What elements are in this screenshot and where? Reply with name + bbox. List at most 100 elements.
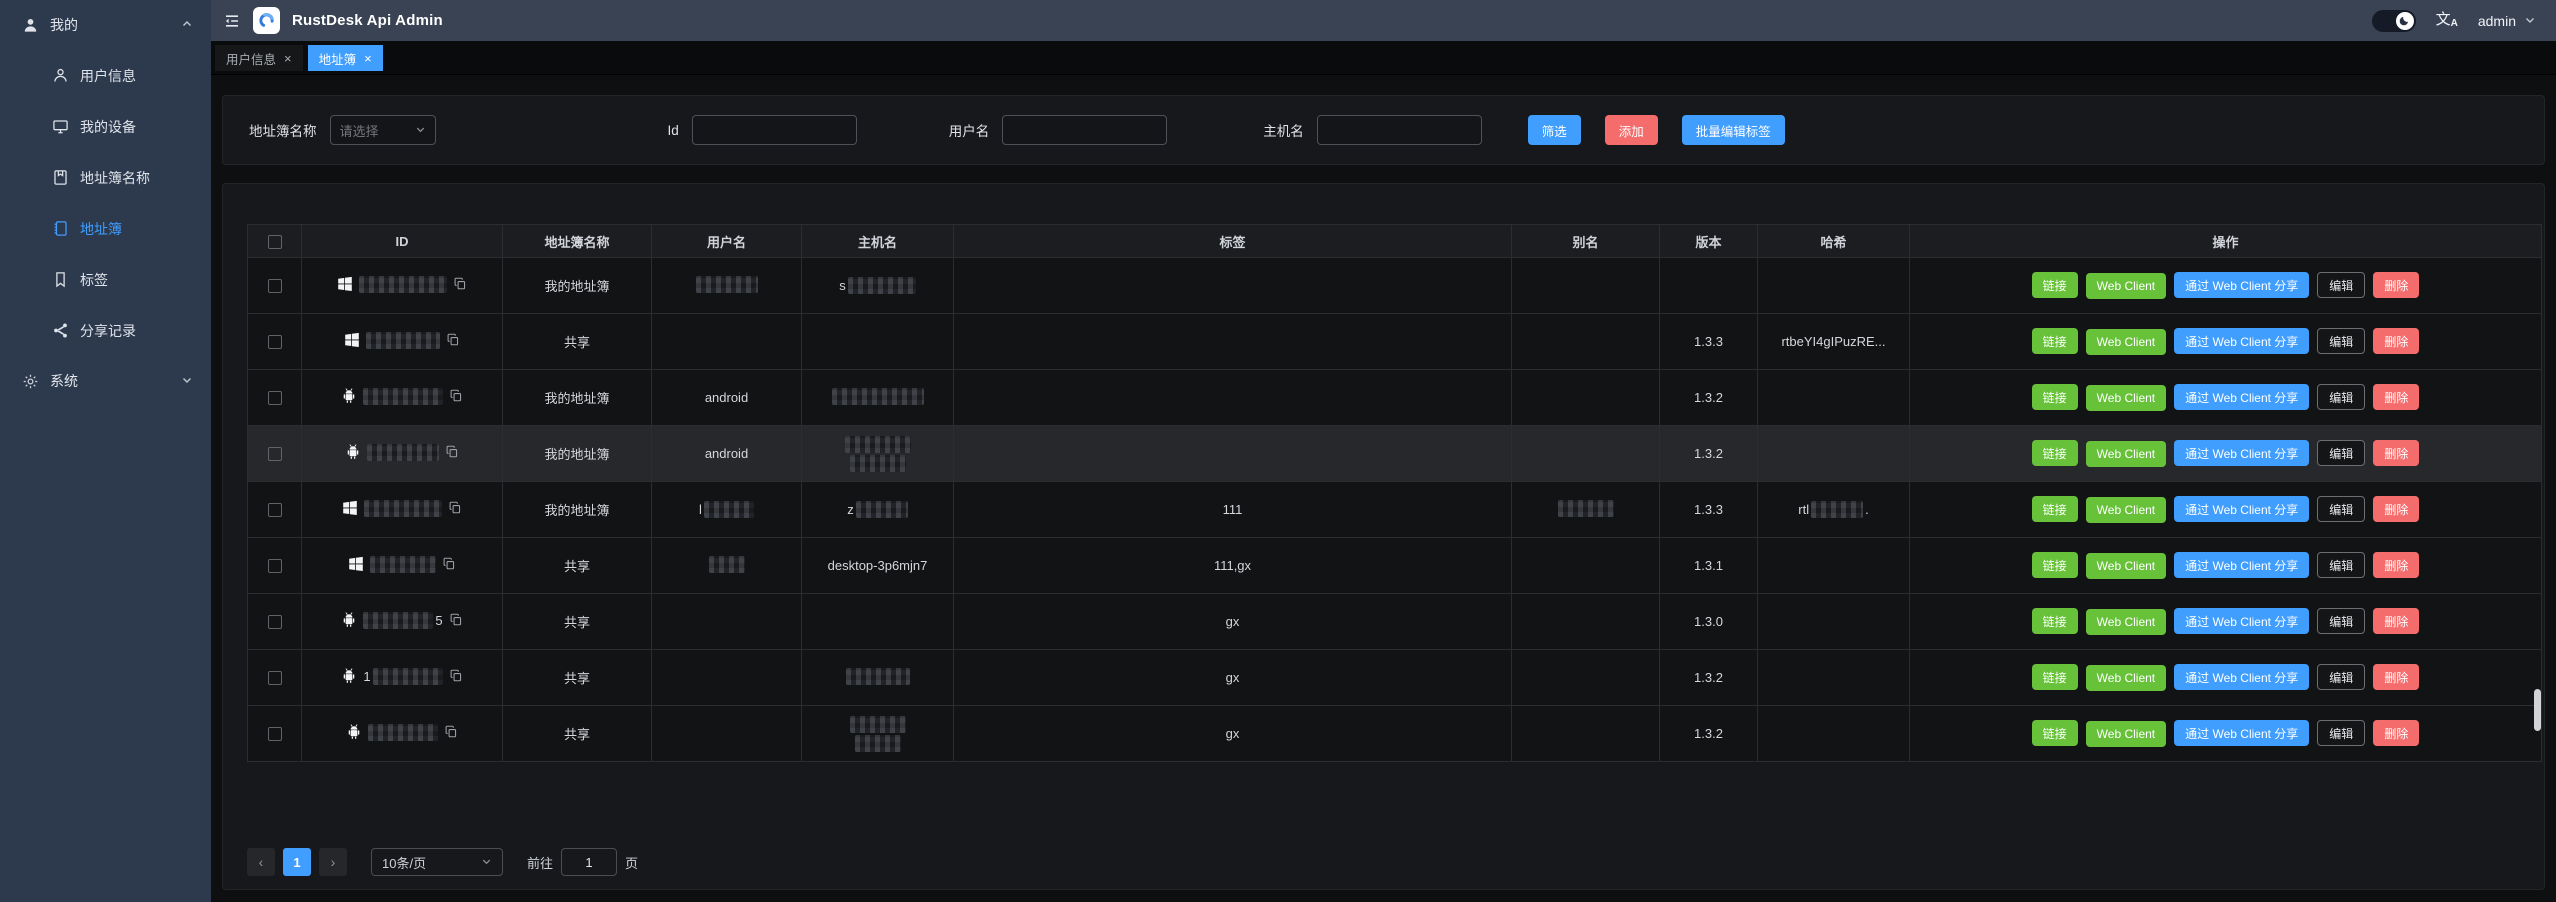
tab-0[interactable]: 用户信息× — [215, 45, 303, 71]
goto-page-input[interactable] — [561, 848, 617, 876]
copy-icon[interactable] — [445, 445, 459, 459]
sidebar-item-person[interactable]: 用户信息 — [0, 50, 211, 101]
delete-button[interactable]: 删除 — [2373, 496, 2419, 522]
share-web-client-button[interactable]: 通过 Web Client 分享 — [2174, 440, 2309, 466]
scrollbar-thumb[interactable] — [2534, 689, 2541, 731]
link-button[interactable]: 链接 — [2032, 384, 2078, 410]
copy-icon[interactable] — [448, 501, 462, 515]
sidebar-group-label: 系统 — [50, 371, 78, 391]
id-input[interactable] — [692, 115, 857, 145]
edit-button[interactable]: 编辑 — [2317, 664, 2365, 690]
row-checkbox[interactable] — [268, 503, 282, 517]
row-checkbox[interactable] — [268, 615, 282, 629]
link-button[interactable]: 链接 — [2032, 496, 2078, 522]
link-button[interactable]: 链接 — [2032, 552, 2078, 578]
share-web-client-button[interactable]: 通过 Web Client 分享 — [2174, 328, 2309, 354]
next-page-button[interactable]: › — [319, 848, 347, 876]
web-client-button[interactable]: Web Client — [2086, 441, 2166, 467]
edit-button[interactable]: 编辑 — [2317, 272, 2365, 298]
web-client-button[interactable]: Web Client — [2086, 721, 2166, 747]
copy-icon[interactable] — [442, 557, 456, 571]
redacted-value — [363, 388, 443, 405]
sidebar-item-journal[interactable]: 地址簿名称 — [0, 152, 211, 203]
share-web-client-button[interactable]: 通过 Web Client 分享 — [2174, 608, 2309, 634]
tab-1[interactable]: 地址簿× — [308, 45, 383, 71]
filter-button[interactable]: 筛选 — [1528, 115, 1581, 145]
edit-button[interactable]: 编辑 — [2317, 720, 2365, 746]
addressbook-name-select[interactable]: 请选择 — [330, 115, 436, 145]
page-1-button[interactable]: 1 — [283, 848, 311, 876]
sidebar-group-mine[interactable]: 我的 — [0, 0, 211, 50]
link-button[interactable]: 链接 — [2032, 720, 2078, 746]
share-web-client-button[interactable]: 通过 Web Client 分享 — [2174, 496, 2309, 522]
sidebar-group-system[interactable]: 系统 — [0, 356, 211, 406]
link-button[interactable]: 链接 — [2032, 664, 2078, 690]
theme-toggle[interactable] — [2372, 10, 2416, 32]
menu-fold-icon[interactable] — [223, 12, 241, 30]
redacted-value — [370, 556, 436, 573]
add-button[interactable]: 添加 — [1605, 115, 1658, 145]
sidebar-item-share[interactable]: 分享记录 — [0, 305, 211, 356]
delete-button[interactable]: 删除 — [2373, 720, 2419, 746]
edit-button[interactable]: 编辑 — [2317, 496, 2365, 522]
web-client-button[interactable]: Web Client — [2086, 329, 2166, 355]
web-client-button[interactable]: Web Client — [2086, 497, 2166, 523]
edit-button[interactable]: 编辑 — [2317, 552, 2365, 578]
sidebar-item-bookmark[interactable]: 标签 — [0, 254, 211, 305]
link-button[interactable]: 链接 — [2032, 272, 2078, 298]
android-icon — [345, 444, 361, 460]
batch-edit-tags-button[interactable]: 批量编辑标签 — [1682, 115, 1785, 145]
row-checkbox[interactable] — [268, 447, 282, 461]
prev-page-button[interactable]: ‹ — [247, 848, 275, 876]
delete-button[interactable]: 删除 — [2373, 552, 2419, 578]
web-client-button[interactable]: Web Client — [2086, 273, 2166, 299]
close-icon[interactable]: × — [364, 52, 372, 65]
delete-button[interactable]: 删除 — [2373, 384, 2419, 410]
edit-button[interactable]: 编辑 — [2317, 328, 2365, 354]
share-web-client-button[interactable]: 通过 Web Client 分享 — [2174, 720, 2309, 746]
row-checkbox[interactable] — [268, 391, 282, 405]
row-checkbox[interactable] — [268, 559, 282, 573]
copy-icon[interactable] — [449, 613, 463, 627]
delete-button[interactable]: 删除 — [2373, 328, 2419, 354]
copy-icon[interactable] — [453, 277, 467, 291]
share-web-client-button[interactable]: 通过 Web Client 分享 — [2174, 272, 2309, 298]
page-size-select[interactable]: 10条/页 — [371, 848, 503, 876]
copy-icon[interactable] — [446, 333, 460, 347]
edit-button[interactable]: 编辑 — [2317, 608, 2365, 634]
copy-icon[interactable] — [444, 725, 458, 739]
hostname-input[interactable] — [1317, 115, 1482, 145]
share-web-client-button[interactable]: 通过 Web Client 分享 — [2174, 384, 2309, 410]
hash-cell: rtbeYI4gIPuzRE... — [1758, 314, 1910, 370]
username-cell: android — [652, 426, 802, 482]
link-button[interactable]: 链接 — [2032, 608, 2078, 634]
web-client-button[interactable]: Web Client — [2086, 385, 2166, 411]
share-web-client-button[interactable]: 通过 Web Client 分享 — [2174, 664, 2309, 690]
delete-button[interactable]: 删除 — [2373, 608, 2419, 634]
sidebar-item-notebook[interactable]: 地址簿 — [0, 203, 211, 254]
copy-icon[interactable] — [449, 669, 463, 683]
row-checkbox[interactable] — [268, 335, 282, 349]
column-header: 操作 — [1910, 225, 2542, 258]
row-checkbox[interactable] — [268, 279, 282, 293]
copy-icon[interactable] — [449, 389, 463, 403]
select-all-checkbox[interactable] — [268, 235, 282, 249]
language-icon[interactable]: 文A — [2436, 12, 2458, 29]
delete-button[interactable]: 删除 — [2373, 272, 2419, 298]
close-icon[interactable]: × — [284, 52, 292, 65]
delete-button[interactable]: 删除 — [2373, 440, 2419, 466]
share-web-client-button[interactable]: 通过 Web Client 分享 — [2174, 552, 2309, 578]
username-input[interactable] — [1002, 115, 1167, 145]
web-client-button[interactable]: Web Client — [2086, 665, 2166, 691]
row-checkbox[interactable] — [268, 727, 282, 741]
edit-button[interactable]: 编辑 — [2317, 384, 2365, 410]
delete-button[interactable]: 删除 — [2373, 664, 2419, 690]
sidebar-item-monitor[interactable]: 我的设备 — [0, 101, 211, 152]
web-client-button[interactable]: Web Client — [2086, 553, 2166, 579]
user-menu[interactable]: admin — [2478, 13, 2536, 29]
link-button[interactable]: 链接 — [2032, 328, 2078, 354]
row-checkbox[interactable] — [268, 671, 282, 685]
edit-button[interactable]: 编辑 — [2317, 440, 2365, 466]
link-button[interactable]: 链接 — [2032, 440, 2078, 466]
web-client-button[interactable]: Web Client — [2086, 609, 2166, 635]
